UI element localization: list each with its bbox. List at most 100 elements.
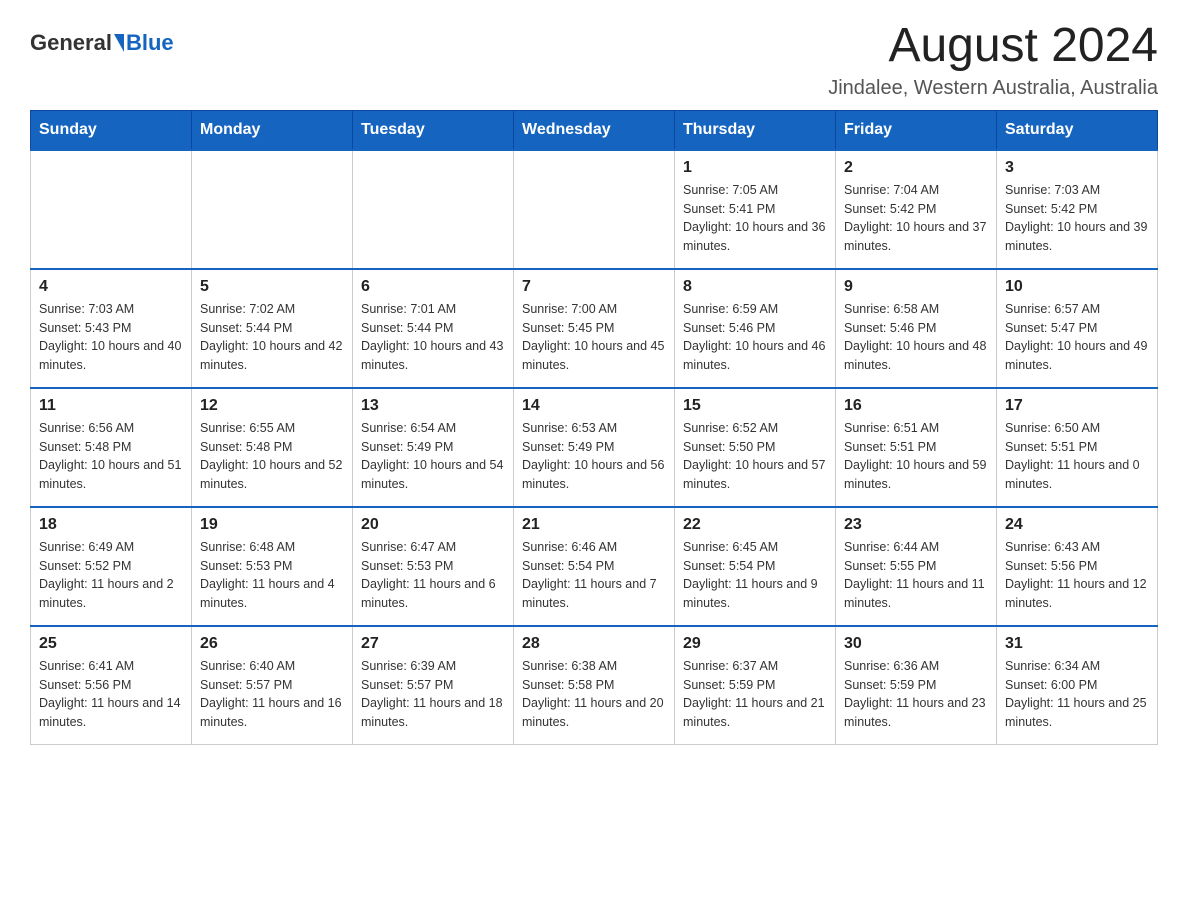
day-number: 22 (683, 516, 827, 534)
calendar-cell: 14 Sunrise: 6:53 AMSunset: 5:49 PMDayligh… (514, 388, 675, 507)
day-info: Sunrise: 7:00 AMSunset: 5:45 PMDaylight:… (522, 300, 666, 375)
calendar-cell: 18Sunrise: 6:49 AMSunset: 5:52 PMDayligh… (31, 507, 192, 626)
day-number: 29 (683, 635, 827, 653)
weekday-header-thursday: Thursday (675, 110, 836, 150)
calendar-cell: 26Sunrise: 6:40 AMSunset: 5:57 PMDayligh… (192, 626, 353, 745)
day-number: 26 (200, 635, 344, 653)
calendar-cell: 31 Sunrise: 6:34 AMSunset: 6:00 PMDayligh… (997, 626, 1158, 745)
calendar-cell: 25 Sunrise: 6:41 AMSunset: 5:56 PMDayligh… (31, 626, 192, 745)
day-info: Sunrise: 7:02 AMSunset: 5:44 PMDaylight:… (200, 300, 344, 375)
day-number: 14 (522, 397, 666, 415)
day-number: 18 (39, 516, 183, 534)
calendar-cell: 16 Sunrise: 6:51 AMSunset: 5:51 PMDayligh… (836, 388, 997, 507)
page-header: General Blue August 2024 Jindalee, Weste… (30, 20, 1158, 100)
day-info: Sunrise: 6:34 AMSunset: 6:00 PMDaylight:… (1005, 657, 1149, 732)
calendar-cell (31, 150, 192, 269)
calendar-cell: 11 Sunrise: 6:56 AMSunset: 5:48 PMDayligh… (31, 388, 192, 507)
calendar-cell (353, 150, 514, 269)
calendar-cell: 21Sunrise: 6:46 AMSunset: 5:54 PMDayligh… (514, 507, 675, 626)
day-number: 28 (522, 635, 666, 653)
weekday-header-sunday: Sunday (31, 110, 192, 150)
day-info: Sunrise: 6:59 AMSunset: 5:46 PMDaylight:… (683, 300, 827, 375)
calendar-row-0: 1 Sunrise: 7:05 AMSunset: 5:41 PMDaylight… (31, 150, 1158, 269)
day-number: 15 (683, 397, 827, 415)
day-info: Sunrise: 6:48 AMSunset: 5:53 PMDaylight:… (200, 538, 344, 613)
calendar-cell: 29 Sunrise: 6:37 AMSunset: 5:59 PMDayligh… (675, 626, 836, 745)
day-info: Sunrise: 6:58 AMSunset: 5:46 PMDaylight:… (844, 300, 988, 375)
page-subtitle: Jindalee, Western Australia, Australia (828, 77, 1158, 100)
logo: General Blue (30, 30, 174, 56)
day-info: Sunrise: 6:37 AMSunset: 5:59 PMDaylight:… (683, 657, 827, 732)
calendar-cell (514, 150, 675, 269)
day-number: 24 (1005, 516, 1149, 534)
day-info: Sunrise: 6:45 AMSunset: 5:54 PMDaylight:… (683, 538, 827, 613)
logo-blue-text: Blue (126, 30, 174, 56)
calendar-cell: 15 Sunrise: 6:52 AMSunset: 5:50 PMDayligh… (675, 388, 836, 507)
logo-general-text: General (30, 30, 112, 56)
day-number: 31 (1005, 635, 1149, 653)
calendar-cell: 17 Sunrise: 6:50 AMSunset: 5:51 PMDayligh… (997, 388, 1158, 507)
calendar-cell: 23 Sunrise: 6:44 AMSunset: 5:55 PMDayligh… (836, 507, 997, 626)
calendar-cell: 10 Sunrise: 6:57 AMSunset: 5:47 PMDayligh… (997, 269, 1158, 388)
day-info: Sunrise: 6:39 AMSunset: 5:57 PMDaylight:… (361, 657, 505, 732)
calendar-row-2: 11 Sunrise: 6:56 AMSunset: 5:48 PMDayligh… (31, 388, 1158, 507)
calendar-cell: 22 Sunrise: 6:45 AMSunset: 5:54 PMDayligh… (675, 507, 836, 626)
weekday-header-wednesday: Wednesday (514, 110, 675, 150)
day-number: 10 (1005, 278, 1149, 296)
calendar-cell: 8 Sunrise: 6:59 AMSunset: 5:46 PMDaylight… (675, 269, 836, 388)
day-number: 1 (683, 159, 827, 177)
day-info: Sunrise: 6:50 AMSunset: 5:51 PMDaylight:… (1005, 419, 1149, 494)
day-number: 11 (39, 397, 183, 415)
day-info: Sunrise: 6:57 AMSunset: 5:47 PMDaylight:… (1005, 300, 1149, 375)
weekday-header-tuesday: Tuesday (353, 110, 514, 150)
calendar-cell: 12Sunrise: 6:55 AMSunset: 5:48 PMDayligh… (192, 388, 353, 507)
page-title: August 2024 (828, 20, 1158, 73)
weekday-header-monday: Monday (192, 110, 353, 150)
calendar-cell: 28 Sunrise: 6:38 AMSunset: 5:58 PMDayligh… (514, 626, 675, 745)
calendar-cell: 2Sunrise: 7:04 AMSunset: 5:42 PMDaylight… (836, 150, 997, 269)
weekday-header-saturday: Saturday (997, 110, 1158, 150)
day-number: 4 (39, 278, 183, 296)
calendar-cell: 27Sunrise: 6:39 AMSunset: 5:57 PMDayligh… (353, 626, 514, 745)
day-info: Sunrise: 6:43 AMSunset: 5:56 PMDaylight:… (1005, 538, 1149, 613)
calendar-row-4: 25 Sunrise: 6:41 AMSunset: 5:56 PMDayligh… (31, 626, 1158, 745)
calendar-row-1: 4 Sunrise: 7:03 AMSunset: 5:43 PMDaylight… (31, 269, 1158, 388)
day-info: Sunrise: 6:53 AMSunset: 5:49 PMDaylight:… (522, 419, 666, 494)
calendar-cell: 7Sunrise: 7:00 AMSunset: 5:45 PMDaylight… (514, 269, 675, 388)
logo-triangle-icon (114, 34, 124, 52)
day-info: Sunrise: 6:51 AMSunset: 5:51 PMDaylight:… (844, 419, 988, 494)
day-info: Sunrise: 7:01 AMSunset: 5:44 PMDaylight:… (361, 300, 505, 375)
calendar-cell: 5 Sunrise: 7:02 AMSunset: 5:44 PMDaylight… (192, 269, 353, 388)
day-info: Sunrise: 7:05 AMSunset: 5:41 PMDaylight:… (683, 181, 827, 256)
calendar-cell: 6Sunrise: 7:01 AMSunset: 5:44 PMDaylight… (353, 269, 514, 388)
calendar-cell: 30Sunrise: 6:36 AMSunset: 5:59 PMDayligh… (836, 626, 997, 745)
day-number: 9 (844, 278, 988, 296)
calendar-cell: 9 Sunrise: 6:58 AMSunset: 5:46 PMDaylight… (836, 269, 997, 388)
day-info: Sunrise: 6:47 AMSunset: 5:53 PMDaylight:… (361, 538, 505, 613)
day-number: 12 (200, 397, 344, 415)
day-info: Sunrise: 6:44 AMSunset: 5:55 PMDaylight:… (844, 538, 988, 613)
day-info: Sunrise: 6:41 AMSunset: 5:56 PMDaylight:… (39, 657, 183, 732)
day-info: Sunrise: 6:52 AMSunset: 5:50 PMDaylight:… (683, 419, 827, 494)
day-info: Sunrise: 7:03 AMSunset: 5:43 PMDaylight:… (39, 300, 183, 375)
day-number: 21 (522, 516, 666, 534)
day-info: Sunrise: 6:54 AMSunset: 5:49 PMDaylight:… (361, 419, 505, 494)
title-block: August 2024 Jindalee, Western Australia,… (828, 20, 1158, 100)
day-info: Sunrise: 6:56 AMSunset: 5:48 PMDaylight:… (39, 419, 183, 494)
day-number: 17 (1005, 397, 1149, 415)
weekday-header-row: SundayMondayTuesdayWednesdayThursdayFrid… (31, 110, 1158, 150)
day-number: 25 (39, 635, 183, 653)
calendar-row-3: 18Sunrise: 6:49 AMSunset: 5:52 PMDayligh… (31, 507, 1158, 626)
day-number: 8 (683, 278, 827, 296)
weekday-header-friday: Friday (836, 110, 997, 150)
day-info: Sunrise: 6:38 AMSunset: 5:58 PMDaylight:… (522, 657, 666, 732)
calendar-header: SundayMondayTuesdayWednesdayThursdayFrid… (31, 110, 1158, 150)
calendar-cell: 4 Sunrise: 7:03 AMSunset: 5:43 PMDaylight… (31, 269, 192, 388)
day-number: 23 (844, 516, 988, 534)
day-info: Sunrise: 7:04 AMSunset: 5:42 PMDaylight:… (844, 181, 988, 256)
day-number: 5 (200, 278, 344, 296)
day-number: 16 (844, 397, 988, 415)
day-number: 20 (361, 516, 505, 534)
day-number: 3 (1005, 159, 1149, 177)
calendar-cell: 13Sunrise: 6:54 AMSunset: 5:49 PMDayligh… (353, 388, 514, 507)
